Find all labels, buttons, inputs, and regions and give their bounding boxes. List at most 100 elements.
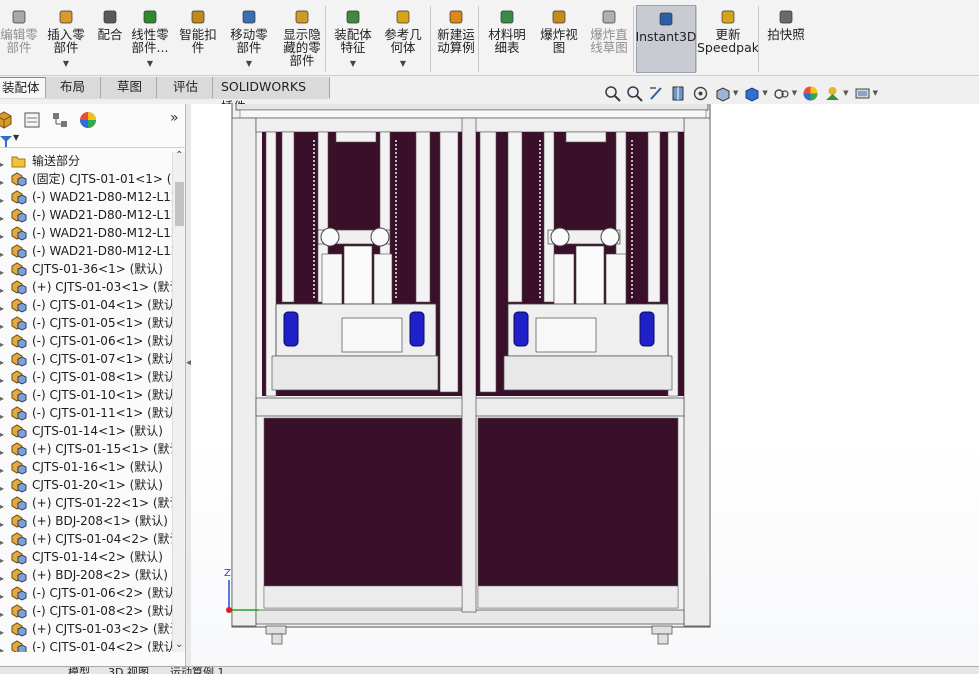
graphics-area[interactable]: Z bbox=[191, 104, 979, 666]
expand-arrow-icon[interactable]: ▸ bbox=[0, 246, 6, 259]
tree-item[interactable]: ▸ (-) CJTS-01-06<2> (默认 bbox=[0, 584, 172, 602]
chevron-down-icon[interactable]: ▼ bbox=[13, 133, 19, 142]
tab-evaluate[interactable]: 评估 bbox=[157, 77, 213, 98]
tree-item[interactable]: ▸ (-) CJTS-01-04<2> (默认 bbox=[0, 638, 172, 652]
expand-arrow-icon[interactable]: ▸ bbox=[0, 336, 6, 349]
scroll-up-icon[interactable]: ⌃ bbox=[175, 150, 183, 161]
edit-appearance-icon[interactable] bbox=[802, 85, 819, 102]
tree-item[interactable]: ▸ (+) BDJ-208<1> (默认) bbox=[0, 512, 172, 530]
motion-study-button[interactable]: 新建运 动算例 bbox=[432, 4, 480, 74]
filter-icon[interactable] bbox=[0, 136, 12, 147]
expand-arrow-icon[interactable]: ▸ bbox=[0, 606, 6, 619]
chevron-down-icon[interactable]: ▼ bbox=[873, 89, 878, 97]
chevron-down-icon[interactable]: ▼ bbox=[147, 57, 153, 70]
tree-item[interactable]: ▸ (-) CJTS-01-08<1> (默认 bbox=[0, 368, 172, 386]
tree-item[interactable]: ▸ (-) CJTS-01-06<1> (默认 bbox=[0, 332, 172, 350]
tree-item[interactable]: ▸ (-) CJTS-01-10<1> (默认 bbox=[0, 386, 172, 404]
expand-arrow-icon[interactable]: ▸ bbox=[0, 552, 6, 565]
smart-fastener-button[interactable]: 智能扣 件 bbox=[176, 4, 220, 74]
tab-sketch[interactable]: 草图 bbox=[101, 77, 157, 98]
chevron-down-icon[interactable]: ▼ bbox=[792, 89, 797, 97]
tree-item[interactable]: ▸ (+) BDJ-208<2> (默认) bbox=[0, 566, 172, 584]
expand-arrow-icon[interactable]: ▸ bbox=[0, 192, 6, 205]
tree-item[interactable]: ▸ (-) CJTS-01-08<2> (默认 bbox=[0, 602, 172, 620]
expand-arrow-icon[interactable]: ▸ bbox=[0, 318, 6, 331]
scroll-down-icon[interactable]: ⌄ bbox=[175, 639, 183, 650]
feature-manager-tree-icon[interactable] bbox=[0, 110, 14, 130]
chevron-down-icon[interactable]: ▼ bbox=[843, 89, 848, 97]
speedpak-button[interactable]: 更新 Speedpak bbox=[697, 4, 759, 74]
tree-item[interactable]: ▸ CJTS-01-14<1> (默认) bbox=[0, 422, 172, 440]
bom-button[interactable]: 材料明 细表 bbox=[484, 4, 530, 74]
exploded-view-button[interactable]: 爆炸视 图 bbox=[536, 4, 582, 74]
expand-arrow-icon[interactable]: ▸ bbox=[0, 444, 6, 457]
zoom-to-area-icon[interactable] bbox=[626, 85, 643, 102]
expand-arrow-icon[interactable]: ▸ bbox=[0, 228, 6, 241]
tree-item[interactable]: ▸ (+) CJTS-01-15<1> (默认 bbox=[0, 440, 172, 458]
display-style-icon[interactable] bbox=[743, 85, 760, 102]
expand-arrow-icon[interactable]: ▸ bbox=[0, 498, 6, 511]
tree-item[interactable]: ▸ (-) CJTS-01-04<1> (默认 bbox=[0, 296, 172, 314]
expand-arrow-icon[interactable]: ▸ bbox=[0, 282, 6, 295]
tree-item[interactable]: ▸ (+) CJTS-01-04<2> (默认 bbox=[0, 530, 172, 548]
tree-item[interactable]: ▸ (+) CJTS-01-03<2> (默认 bbox=[0, 620, 172, 638]
section-view-icon[interactable] bbox=[670, 85, 687, 102]
expand-arrow-icon[interactable]: ▸ bbox=[0, 642, 6, 652]
display-manager-icon[interactable] bbox=[78, 110, 98, 130]
expand-arrow-icon[interactable]: ▸ bbox=[0, 390, 6, 403]
tab-motion-study[interactable]: 运动算例 1 bbox=[170, 667, 225, 674]
expand-arrow-icon[interactable]: ▸ bbox=[0, 174, 6, 187]
expand-arrow-icon[interactable]: ▸ bbox=[0, 588, 6, 601]
dynamic-annotation-icon[interactable] bbox=[692, 85, 709, 102]
tree-filter[interactable]: ▼ bbox=[0, 133, 186, 148]
expand-arrow-icon[interactable]: ▸ bbox=[0, 462, 6, 475]
tree-item[interactable]: ▸ (+) CJTS-01-22<1> (默认 bbox=[0, 494, 172, 512]
chevron-down-icon[interactable]: ▼ bbox=[400, 57, 406, 70]
expand-arrow-icon[interactable]: ▸ bbox=[0, 516, 6, 529]
expand-arrow-icon[interactable]: ▸ bbox=[0, 624, 6, 637]
expand-panel-chevron-icon[interactable]: » bbox=[170, 110, 179, 126]
tab-model[interactable]: 模型 bbox=[68, 667, 90, 674]
tree-scrollbar[interactable]: ⌃ ⌄ bbox=[172, 150, 185, 652]
previous-view-icon[interactable] bbox=[648, 85, 665, 102]
tree-item[interactable]: ▸ 输送部分 bbox=[0, 152, 172, 170]
expand-arrow-icon[interactable]: ▸ bbox=[0, 210, 6, 223]
expand-arrow-icon[interactable]: ▸ bbox=[0, 480, 6, 493]
tree-item[interactable]: ▸ (-) CJTS-01-05<1> (默认 bbox=[0, 314, 172, 332]
tree-item[interactable]: ▸ (-) WAD21-D80-M12-L12 bbox=[0, 188, 172, 206]
tree-item[interactable]: ▸ (-) WAD21-D80-M12-L12 bbox=[0, 242, 172, 260]
insert-component-button[interactable]: 插入零 部件 ▼ bbox=[44, 4, 88, 74]
hide-show-items-icon[interactable] bbox=[773, 85, 790, 102]
expand-arrow-icon[interactable]: ▸ bbox=[0, 426, 6, 439]
scrollbar-thumb[interactable] bbox=[175, 182, 184, 226]
chevron-down-icon[interactable]: ▼ bbox=[246, 57, 252, 70]
view-settings-icon[interactable] bbox=[854, 85, 871, 102]
chevron-down-icon[interactable]: ▼ bbox=[63, 57, 69, 70]
tab-3d-views[interactable]: 3D 视图 bbox=[108, 667, 149, 674]
expand-arrow-icon[interactable]: ▸ bbox=[0, 534, 6, 547]
expand-arrow-icon[interactable]: ▸ bbox=[0, 408, 6, 421]
edit-component-button[interactable]: 编辑零 部件 bbox=[0, 4, 38, 74]
expand-arrow-icon[interactable]: ▸ bbox=[0, 264, 6, 277]
tree-item[interactable]: ▸ (-) CJTS-01-07<1> (默认 bbox=[0, 350, 172, 368]
tree-item[interactable]: ▸ (-) WAD21-D80-M12-L12 bbox=[0, 224, 172, 242]
property-manager-icon[interactable] bbox=[22, 110, 42, 130]
reference-geometry-button[interactable]: 参考几 何体 ▼ bbox=[380, 4, 426, 74]
tree-item[interactable]: ▸ CJTS-01-36<1> (默认) bbox=[0, 260, 172, 278]
move-component-button[interactable]: 移动零 部件 ▼ bbox=[226, 4, 272, 74]
explode-line-sketch-button[interactable]: 爆炸直 线草图 bbox=[586, 4, 632, 74]
snapshot-button[interactable]: 拍快照 bbox=[762, 4, 810, 74]
tree-item[interactable]: ▸ CJTS-01-20<1> (默认) bbox=[0, 476, 172, 494]
instant3d-button[interactable]: Instant3D bbox=[635, 5, 697, 73]
configuration-manager-icon[interactable] bbox=[50, 110, 70, 130]
assembly-feature-button[interactable]: 装配体 特征 ▼ bbox=[330, 4, 376, 74]
expand-arrow-icon[interactable]: ▸ bbox=[0, 372, 6, 385]
tab-assembly[interactable]: 装配体 bbox=[0, 77, 46, 98]
expand-arrow-icon[interactable]: ▸ bbox=[0, 300, 6, 313]
tree-item[interactable]: ▸ (-) CJTS-01-11<1> (默认 bbox=[0, 404, 172, 422]
linear-pattern-button[interactable]: 线性零 部件... ▼ bbox=[130, 4, 170, 74]
expand-arrow-icon[interactable]: ▸ bbox=[0, 570, 6, 583]
show-hidden-button[interactable]: 显示隐 藏的零 部件 bbox=[279, 4, 325, 74]
chevron-down-icon[interactable]: ▼ bbox=[762, 89, 767, 97]
tree-item[interactable]: ▸ CJTS-01-16<1> (默认) bbox=[0, 458, 172, 476]
